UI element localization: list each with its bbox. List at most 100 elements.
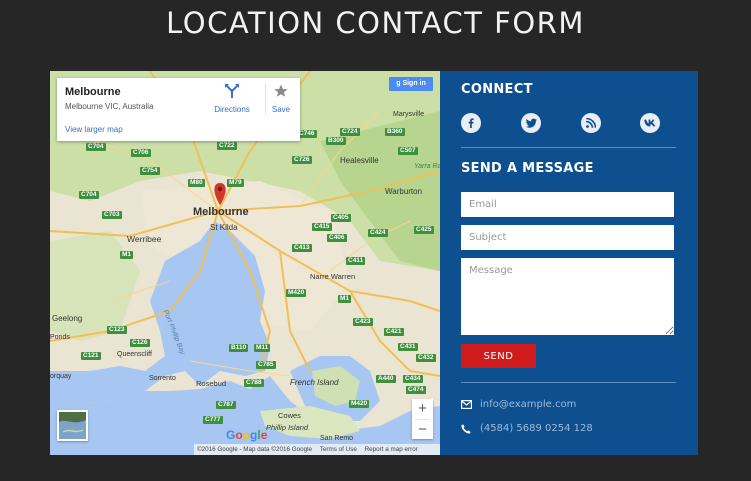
road-badge: C507 <box>398 147 418 155</box>
report-map-error-link[interactable]: Report a map error <box>365 446 418 453</box>
twitter-icon <box>525 118 537 128</box>
road-badge: M1 <box>120 251 134 259</box>
vk-button[interactable] <box>640 113 660 133</box>
road-badge: M420 <box>349 400 370 408</box>
place-address: Melbourne VIC, Australia <box>65 102 154 111</box>
road-badge: C411 <box>346 257 366 265</box>
contact-email-text[interactable]: info@example.com <box>480 399 576 410</box>
road-badge: C126 <box>130 339 150 347</box>
road-badge: C406 <box>327 234 347 242</box>
road-badge: C706 <box>131 149 151 157</box>
directions-label: Directions <box>214 105 250 114</box>
map-label-torquay: orquay <box>50 373 72 380</box>
map-place-card: Melbourne Melbourne VIC, Australia View … <box>57 78 300 141</box>
road-badge: C754 <box>140 167 160 175</box>
directions-icon <box>225 84 239 98</box>
road-badge: C785 <box>256 361 276 369</box>
road-badge: M420 <box>286 289 307 297</box>
zoom-out-button[interactable]: − <box>412 420 433 440</box>
map-label-narre-warren: Narre Warren <box>310 272 356 281</box>
road-badge: C121 <box>81 352 101 360</box>
road-badge: C425 <box>414 226 434 234</box>
google-logo: Google <box>226 428 268 442</box>
map-label-st-kilda: St Kilda <box>210 223 238 232</box>
road-badge: A440 <box>376 375 396 383</box>
road-badge: C415 <box>312 223 332 231</box>
rss-button[interactable] <box>581 113 601 133</box>
map-label-geelong: Geelong <box>52 314 83 323</box>
send-button[interactable]: SEND <box>461 344 536 368</box>
road-badge: C777 <box>203 416 223 424</box>
contact-panel: CONNECT SEND A MESSAGE SEND info@example… <box>440 71 698 455</box>
road-badge: C787 <box>216 401 236 409</box>
view-larger-map-link[interactable]: View larger map <box>65 125 123 134</box>
map-label-healesville: Healesville <box>340 156 379 165</box>
road-badge: C704 <box>86 143 106 151</box>
road-badge: M1 <box>338 295 352 303</box>
twitter-button[interactable] <box>521 113 541 133</box>
facebook-icon <box>468 118 474 128</box>
road-badge: C434 <box>403 375 423 383</box>
page-title: LOCATION CONTACT FORM <box>166 6 585 40</box>
road-badge: C432 <box>416 354 436 362</box>
envelope-icon <box>461 400 473 409</box>
road-badge: C413 <box>292 244 312 252</box>
terms-of-use-link[interactable]: Terms of Use <box>320 446 357 453</box>
contact-phone: (4584) 5689 0254 128 <box>461 423 593 434</box>
subject-field[interactable] <box>461 225 674 250</box>
road-badge: C474 <box>406 386 426 394</box>
message-field[interactable] <box>461 258 674 335</box>
road-badge: C788 <box>244 379 264 387</box>
road-badge: C405 <box>331 214 351 222</box>
road-badge: B110 <box>229 344 249 352</box>
map-label-queenscliff: Queenscliff <box>117 351 152 358</box>
satellite-toggle[interactable] <box>57 410 88 441</box>
contact-email: info@example.com <box>461 399 576 410</box>
road-badge: B360 <box>385 128 405 136</box>
contact-phone-text: (4584) 5689 0254 128 <box>480 423 593 434</box>
map-label-san-remo: San Remo <box>320 435 354 442</box>
map-label-rosebud: Rosebud <box>196 379 227 388</box>
road-badge: M79 <box>227 179 244 187</box>
zoom-in-button[interactable]: + <box>412 399 433 419</box>
road-badge: C123 <box>107 326 127 334</box>
road-badge: C431 <box>398 343 418 351</box>
facebook-button[interactable] <box>461 113 481 133</box>
map-embed[interactable]: Melbourne St Kilda Werribee Healesville … <box>50 71 440 455</box>
directions-button[interactable]: Directions <box>212 84 252 114</box>
road-badge: C724 <box>340 128 360 136</box>
road-badge: C424 <box>368 229 388 237</box>
place-name: Melbourne <box>65 86 121 98</box>
connect-heading: CONNECT <box>461 82 533 97</box>
map-label-melbourne: Melbourne <box>193 206 249 218</box>
road-badge: C704 <box>79 191 99 199</box>
road-badge: C726 <box>292 156 312 164</box>
phone-icon <box>461 423 473 434</box>
send-message-heading: SEND A MESSAGE <box>461 161 594 176</box>
road-badge: C423 <box>353 318 373 326</box>
sign-in-button[interactable]: g Sign in <box>389 77 433 91</box>
map-label-warburton: Warburton <box>385 187 423 196</box>
zoom-controls: + − <box>412 399 433 439</box>
road-badge: B300 <box>326 137 346 145</box>
road-badge: C421 <box>384 328 404 336</box>
contact-divider <box>461 382 676 383</box>
map-label-marysville: Marysville <box>393 111 425 118</box>
road-badge: M11 <box>254 344 271 352</box>
vk-icon <box>644 119 656 127</box>
road-badge: C722 <box>217 142 237 150</box>
map-label-french-island: French Island <box>290 378 339 387</box>
email-field[interactable] <box>461 192 674 217</box>
map-label-phillip-island: Phillip Island <box>266 423 309 432</box>
map-label-ponds: Ponds <box>50 334 70 341</box>
road-badge: M80 <box>188 179 205 187</box>
road-badge: C703 <box>102 211 122 219</box>
rss-icon <box>586 118 596 128</box>
map-copyright: ©2016 Google - Map data ©2016 Google <box>197 446 313 453</box>
save-button[interactable]: Save <box>265 84 296 114</box>
map-label-werribee: Werribee <box>127 234 162 244</box>
save-label: Save <box>271 105 291 114</box>
map-label-cowes: Cowes <box>278 411 301 420</box>
star-icon <box>274 84 288 97</box>
section-divider <box>461 147 676 148</box>
